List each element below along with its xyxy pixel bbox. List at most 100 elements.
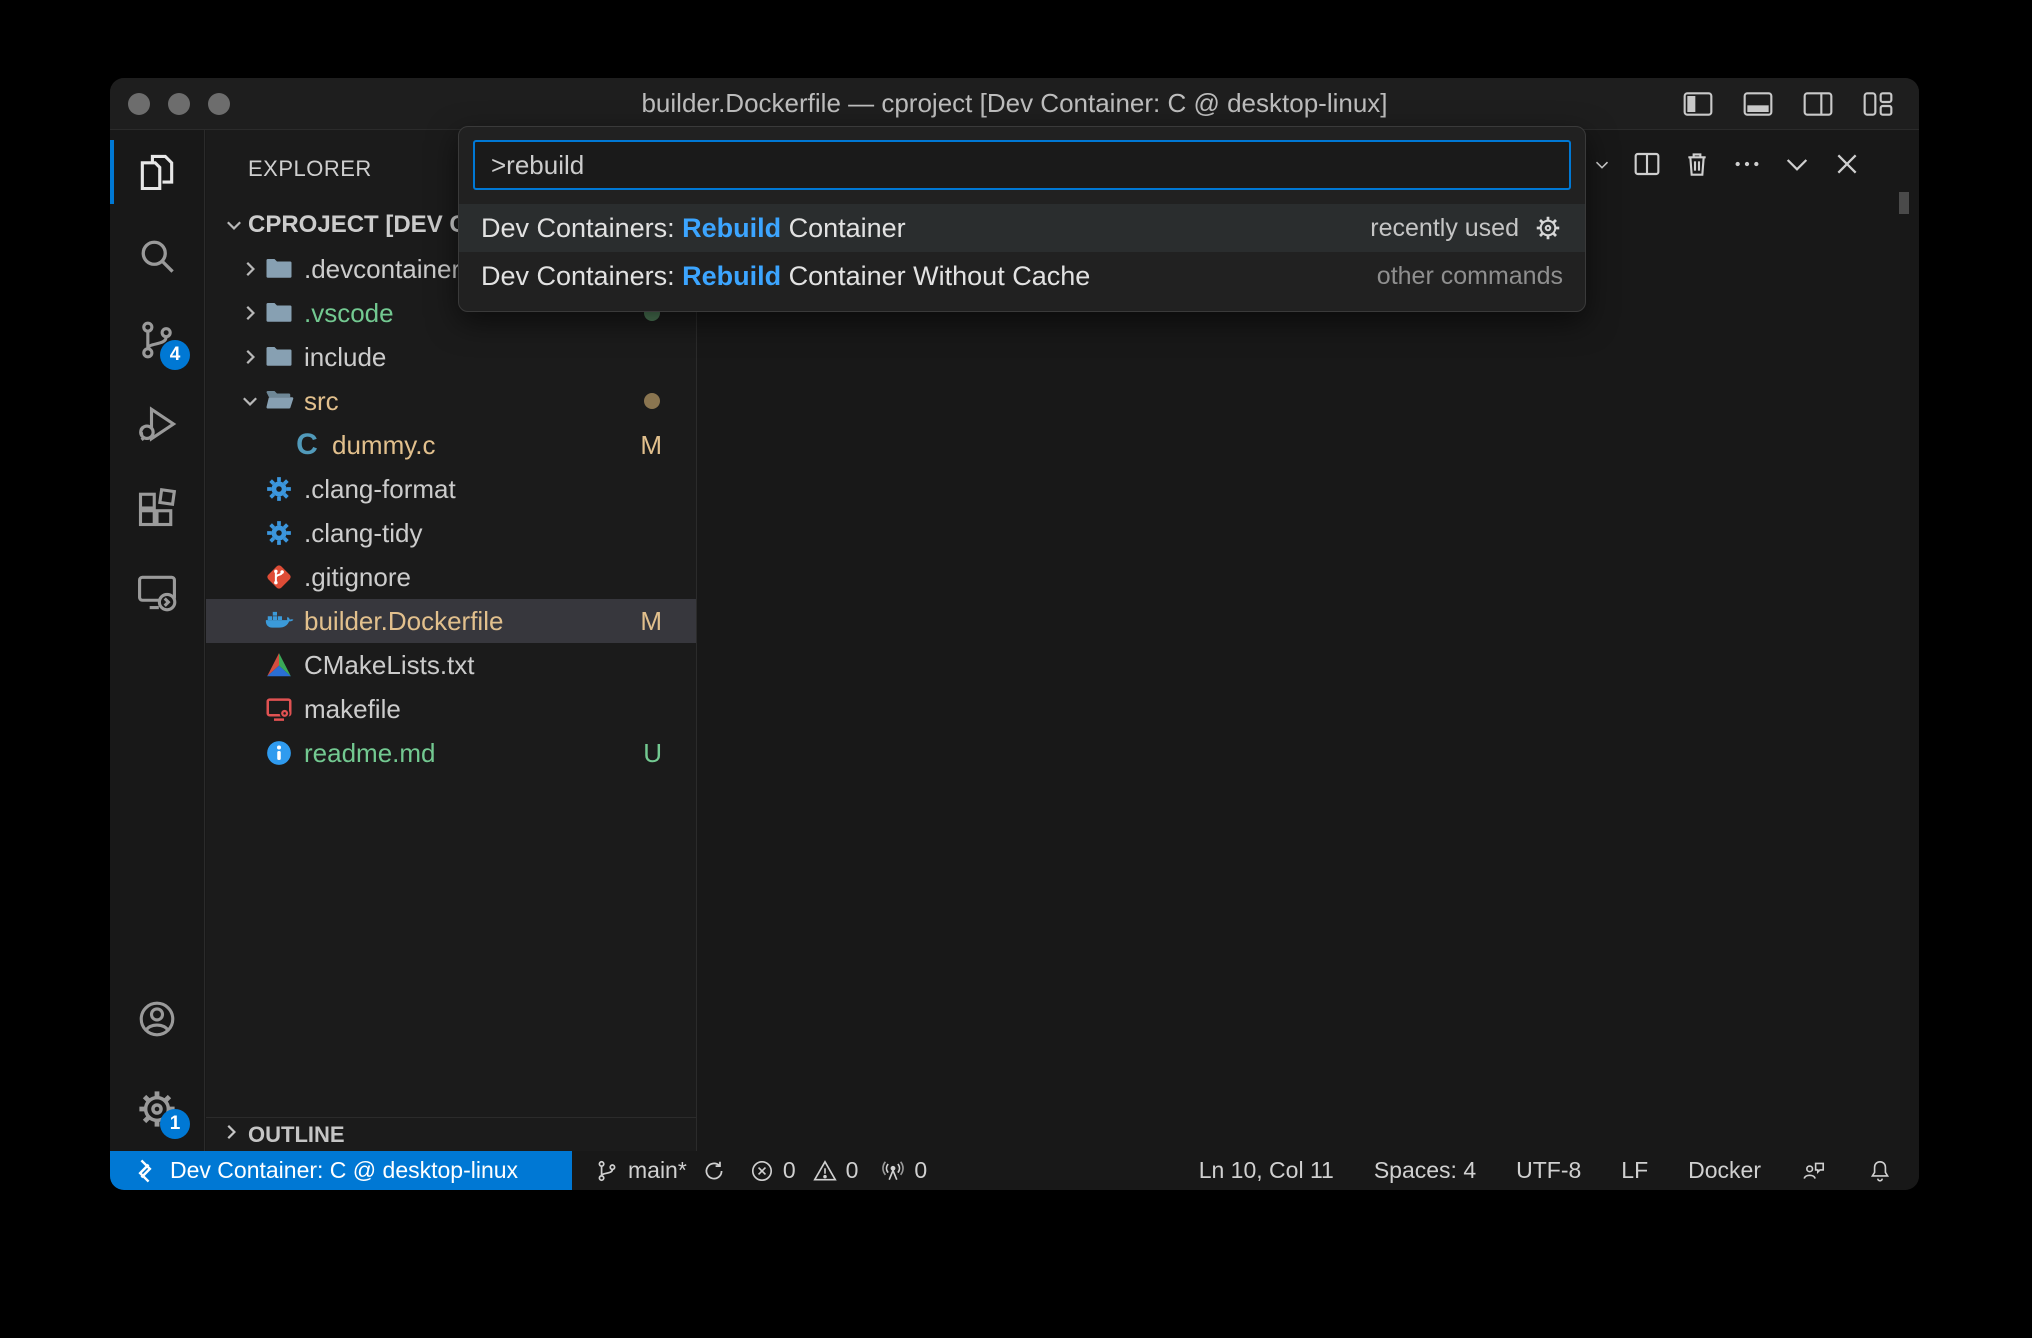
remote-indicator[interactable]: Dev Container: C @ desktop-linux <box>110 1151 572 1190</box>
remote-explorer-icon <box>135 570 179 614</box>
layout-controls <box>1681 88 1895 120</box>
info-file-icon <box>264 738 294 768</box>
chevron-right-icon <box>220 1121 242 1149</box>
sidebar-item-source-control[interactable]: 4 <box>110 298 204 382</box>
sidebar-item-remote-explorer[interactable] <box>110 550 204 634</box>
toggle-secondary-sidebar-icon[interactable] <box>1801 88 1835 120</box>
error-count: 0 <box>783 1157 796 1184</box>
tree-row-include[interactable]: include <box>206 335 696 379</box>
panel-toolbar <box>1541 148 1863 180</box>
warning-icon <box>812 1158 838 1184</box>
more-actions-icon[interactable] <box>1731 148 1763 180</box>
sync-icon <box>701 1158 727 1184</box>
folder-icon <box>264 298 294 328</box>
activity-bar: 4 <box>110 130 205 1151</box>
cmake-file-icon <box>264 650 294 680</box>
branch-indicator[interactable]: main* <box>594 1157 727 1184</box>
outline-section-header[interactable]: OUTLINE <box>206 1117 696 1151</box>
files-icon <box>135 150 179 194</box>
git-untracked-badge: U <box>643 738 662 769</box>
traffic-lights <box>128 93 230 115</box>
close-panel-icon[interactable] <box>1831 148 1863 180</box>
warning-count: 0 <box>846 1157 859 1184</box>
palette-item-rebuild-container-without-cache[interactable]: Dev Containers: Rebuild Container Withou… <box>459 252 1585 300</box>
window-title: builder.Dockerfile — cproject [Dev Conta… <box>110 88 1919 119</box>
toggle-primary-sidebar-icon[interactable] <box>1681 88 1715 120</box>
git-file-icon <box>264 562 294 592</box>
tree-row-clang-tidy[interactable]: .clang-tidy <box>206 511 696 555</box>
outline-label: OUTLINE <box>248 1122 345 1148</box>
encoding[interactable]: UTF-8 <box>1516 1157 1581 1184</box>
git-branch-icon <box>594 1158 620 1184</box>
sidebar-item-settings[interactable]: 1 <box>110 1067 204 1151</box>
terminal-dropdown-icon[interactable] <box>1591 148 1613 180</box>
close-window-button[interactable] <box>128 93 150 115</box>
folder-icon <box>264 254 294 284</box>
chevron-right-icon[interactable] <box>236 255 264 283</box>
folder-open-icon <box>264 386 294 416</box>
status-bar-right: Ln 10, Col 11 Spaces: 4 UTF-8 LF Docker <box>1199 1157 1919 1184</box>
match-highlight: Rebuild <box>682 213 781 243</box>
problems-indicator[interactable]: 0 0 <box>749 1157 859 1184</box>
feedback-icon[interactable] <box>1801 1158 1827 1184</box>
sidebar-item-extensions[interactable] <box>110 466 204 550</box>
error-icon <box>749 1158 775 1184</box>
sidebar-item-search[interactable] <box>110 214 204 298</box>
tree-row-clang-format[interactable]: .clang-format <box>206 467 696 511</box>
tree-row-gitignore[interactable]: .gitignore <box>206 555 696 599</box>
zoom-window-button[interactable] <box>208 93 230 115</box>
tree-row-makefile[interactable]: makefile <box>206 687 696 731</box>
kill-terminal-trash-icon[interactable] <box>1681 148 1713 180</box>
configure-keybinding-gear-icon[interactable] <box>1533 213 1563 243</box>
notifications-bell-icon[interactable] <box>1867 1158 1893 1184</box>
titlebar: builder.Dockerfile — cproject [Dev Conta… <box>110 78 1919 130</box>
settings-file-icon <box>264 474 294 504</box>
chevron-down-icon[interactable] <box>220 211 248 239</box>
c-file-icon: C <box>292 430 322 460</box>
minimize-window-button[interactable] <box>168 93 190 115</box>
tree-row-src[interactable]: src <box>206 379 696 423</box>
chevron-down-icon[interactable] <box>236 387 264 415</box>
tree-row-cmakelists[interactable]: CMakeLists.txt <box>206 643 696 687</box>
panel-scrollbar-thumb[interactable] <box>1899 192 1909 214</box>
account-icon <box>135 997 179 1041</box>
ports-count: 0 <box>914 1157 927 1184</box>
remote-label: Dev Container: C @ desktop-linux <box>170 1157 518 1184</box>
desktop-background: builder.Dockerfile — cproject [Dev Conta… <box>0 0 2032 1338</box>
customize-layout-icon[interactable] <box>1861 88 1895 120</box>
settings-file-icon <box>264 518 294 548</box>
tree-row-readme[interactable]: readme.md U <box>206 731 696 775</box>
ports-indicator[interactable]: 0 <box>880 1157 927 1184</box>
toggle-panel-icon[interactable] <box>1741 88 1775 120</box>
makefile-icon <box>264 694 294 724</box>
eol-sequence[interactable]: LF <box>1621 1157 1648 1184</box>
sidebar-item-accounts[interactable] <box>110 977 204 1061</box>
command-palette-input[interactable] <box>473 140 1571 190</box>
tree-row-builder-dockerfile[interactable]: builder.Dockerfile M <box>206 599 696 643</box>
git-modified-badge: M <box>640 606 662 637</box>
language-mode[interactable]: Docker <box>1688 1157 1761 1184</box>
split-panel-icon[interactable] <box>1631 148 1663 180</box>
branch-label: main* <box>628 1157 687 1184</box>
status-bar: Dev Container: C @ desktop-linux main* 0… <box>110 1151 1919 1190</box>
cursor-position[interactable]: Ln 10, Col 11 <box>1199 1157 1334 1184</box>
folder-icon <box>264 342 294 372</box>
source-control-badge: 4 <box>160 340 190 370</box>
chevron-right-icon[interactable] <box>236 343 264 371</box>
git-modified-dot <box>644 393 660 409</box>
palette-item-rebuild-container[interactable]: Dev Containers: Rebuild Container recent… <box>459 204 1585 252</box>
settings-badge: 1 <box>160 1109 190 1139</box>
search-icon <box>135 234 179 278</box>
remote-icon <box>132 1158 158 1184</box>
chevron-right-icon[interactable] <box>236 299 264 327</box>
group-label-recently-used: recently used <box>1370 214 1519 243</box>
sidebar-item-explorer[interactable] <box>110 130 204 214</box>
docker-file-icon <box>264 606 294 636</box>
minimize-panel-icon[interactable] <box>1781 148 1813 180</box>
tree-row-dummy-c[interactable]: C dummy.c M <box>206 423 696 467</box>
radio-tower-icon <box>880 1158 906 1184</box>
sidebar-item-run-debug[interactable] <box>110 382 204 466</box>
indentation[interactable]: Spaces: 4 <box>1374 1157 1476 1184</box>
git-modified-badge: M <box>640 430 662 461</box>
extensions-icon <box>135 486 179 530</box>
